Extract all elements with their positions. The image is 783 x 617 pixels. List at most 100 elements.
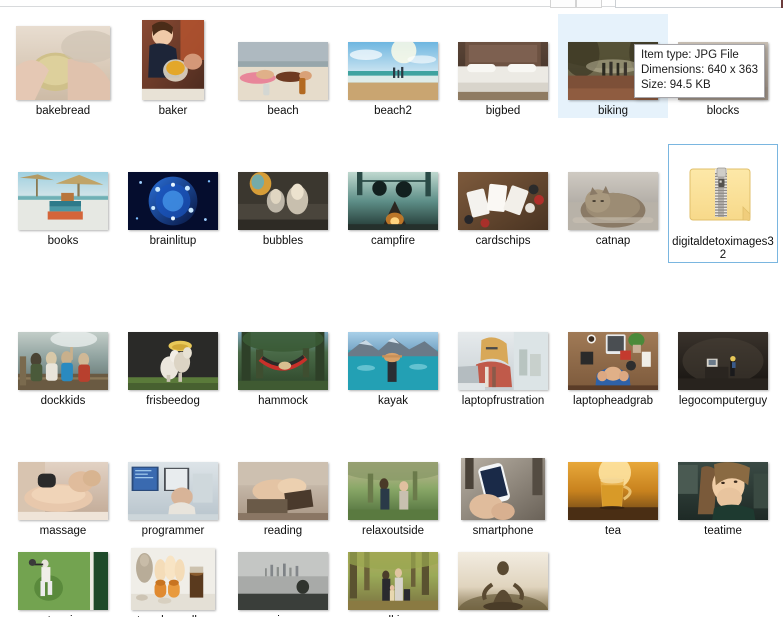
file-item[interactable]: tea	[558, 434, 668, 538]
thumbnail-container	[228, 18, 338, 100]
image-thumbnail	[238, 172, 328, 230]
thumbnail-container	[558, 438, 668, 520]
tooltip-size: Size: 94.5 KB	[641, 79, 711, 91]
file-item-label: frisbeedog	[146, 395, 200, 407]
image-thumbnail	[18, 552, 108, 610]
thumbnail-container	[8, 18, 118, 100]
thumbnail-container	[228, 148, 338, 230]
image-thumbnail	[18, 172, 108, 230]
file-item-label: laptopheadgrab	[573, 395, 653, 407]
file-item[interactable]: catnap	[558, 144, 668, 248]
file-item-label: beach2	[374, 105, 412, 117]
image-thumbnail	[678, 462, 768, 520]
file-item[interactable]: brainlitup	[118, 144, 228, 248]
thumbnail-container	[448, 528, 558, 610]
thumbnail-container	[8, 308, 118, 390]
file-item-label: cardschips	[475, 235, 531, 247]
file-item[interactable]: laptopfrustration	[448, 304, 558, 408]
thumbnail-container	[448, 438, 558, 520]
file-item[interactable]: baker	[118, 14, 228, 118]
file-item-label: baker	[158, 105, 188, 117]
file-item[interactable]: tennis	[8, 524, 118, 617]
image-thumbnail	[238, 552, 328, 610]
thumbnail-container	[448, 18, 558, 100]
thumbnail-container	[228, 308, 338, 390]
file-item[interactable]: smartphone	[448, 434, 558, 538]
thumbnail-container	[448, 148, 558, 230]
file-item[interactable]: bigbed	[448, 14, 558, 118]
image-thumbnail	[458, 42, 548, 100]
image-thumbnail	[238, 462, 328, 520]
file-item[interactable]: yoga	[448, 524, 558, 617]
toolbar-button-b[interactable]	[576, 0, 602, 8]
image-thumbnail	[348, 172, 438, 230]
image-thumbnail	[131, 548, 215, 610]
thumbnail-container	[558, 148, 668, 230]
file-item[interactable]: teatime	[668, 434, 778, 538]
thumbnail-container	[669, 149, 777, 231]
item-info-tooltip: Item type: JPG File Dimensions: 640 x 36…	[634, 44, 765, 98]
file-item[interactable]: campfire	[338, 144, 448, 248]
file-item-label: beach	[267, 105, 299, 117]
image-thumbnail	[348, 552, 438, 610]
thumbnail-container	[668, 438, 778, 520]
file-item-label: dockkids	[40, 395, 86, 407]
file-item[interactable]: towelscandles	[118, 524, 228, 617]
file-item-label: catnap	[595, 235, 631, 247]
thumbnail-container	[118, 308, 228, 390]
file-item[interactable]: relaxoutside	[338, 434, 448, 538]
file-item-label: tea	[605, 525, 621, 537]
file-item[interactable]: kayak	[338, 304, 448, 408]
file-item[interactable]: beach2	[338, 14, 448, 118]
image-thumbnail	[238, 332, 328, 390]
image-thumbnail	[458, 172, 548, 230]
thumbnail-container	[448, 308, 558, 390]
thumbnail-container	[118, 18, 228, 100]
file-item-label: legocomputerguy	[678, 395, 768, 407]
file-item[interactable]: view	[228, 524, 338, 617]
file-item[interactable]: dockkids	[8, 304, 118, 408]
file-item-label: kayak	[377, 395, 409, 407]
thumbnail-container	[228, 438, 338, 520]
file-item[interactable]: legocomputerguy	[668, 304, 778, 408]
image-thumbnail	[568, 172, 658, 230]
file-item[interactable]: beach	[228, 14, 338, 118]
file-item[interactable]: walking	[338, 524, 448, 617]
thumbnail-container	[8, 528, 118, 610]
toolbar-button-a[interactable]	[550, 0, 576, 8]
tooltip-item-type: Item type: JPG File	[641, 49, 739, 61]
file-item[interactable]: massage	[8, 434, 118, 538]
file-items-grid: bakebread baker beach beach2 bigbed biking blo…	[0, 8, 783, 617]
image-thumbnail	[348, 462, 438, 520]
file-item-label: bakebread	[35, 105, 91, 117]
file-item[interactable]: reading	[228, 434, 338, 538]
image-thumbnail	[458, 552, 548, 610]
image-thumbnail	[568, 462, 658, 520]
image-thumbnail	[18, 462, 108, 520]
thumbnail-container	[338, 308, 448, 390]
file-item[interactable]: bakebread	[8, 14, 118, 118]
file-item[interactable]: digitaldetoximages32	[668, 144, 778, 263]
file-item[interactable]: programmer	[118, 434, 228, 538]
file-item-label: books	[47, 235, 79, 247]
thumbnail-container	[118, 148, 228, 230]
thumbnail-container	[338, 438, 448, 520]
thumbnail-container	[338, 148, 448, 230]
file-item[interactable]: laptopheadgrab	[558, 304, 668, 408]
file-item[interactable]: books	[8, 144, 118, 248]
image-thumbnail	[568, 332, 658, 390]
file-item[interactable]: hammock	[228, 304, 338, 408]
file-item-label: bubbles	[262, 235, 304, 247]
image-thumbnail	[458, 332, 548, 390]
image-thumbnail	[678, 332, 768, 390]
search-input[interactable]	[615, 0, 783, 8]
file-item[interactable]: bubbles	[228, 144, 338, 248]
file-item-label: biking	[597, 105, 629, 117]
window-chrome-strip	[0, 0, 783, 8]
image-thumbnail	[238, 42, 328, 100]
zip-folder-icon	[685, 165, 761, 231]
file-item[interactable]: cardschips	[448, 144, 558, 248]
image-thumbnail	[461, 458, 545, 520]
image-thumbnail	[128, 462, 218, 520]
file-item[interactable]: frisbeedog	[118, 304, 228, 408]
